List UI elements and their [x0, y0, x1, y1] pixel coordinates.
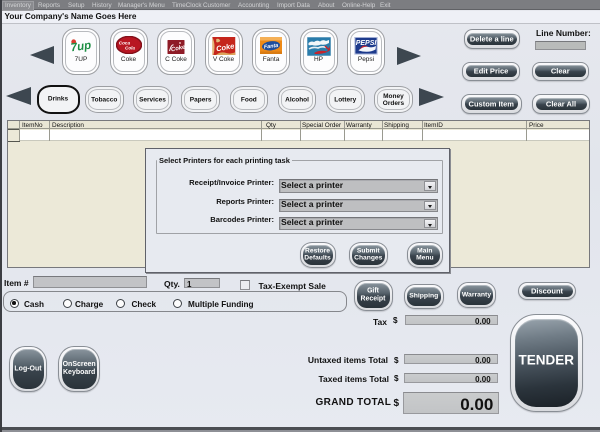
svg-text:PEPSI: PEPSI	[356, 40, 378, 47]
svg-text:7up: 7up	[70, 40, 92, 54]
svg-text:Cola: Cola	[125, 46, 135, 51]
